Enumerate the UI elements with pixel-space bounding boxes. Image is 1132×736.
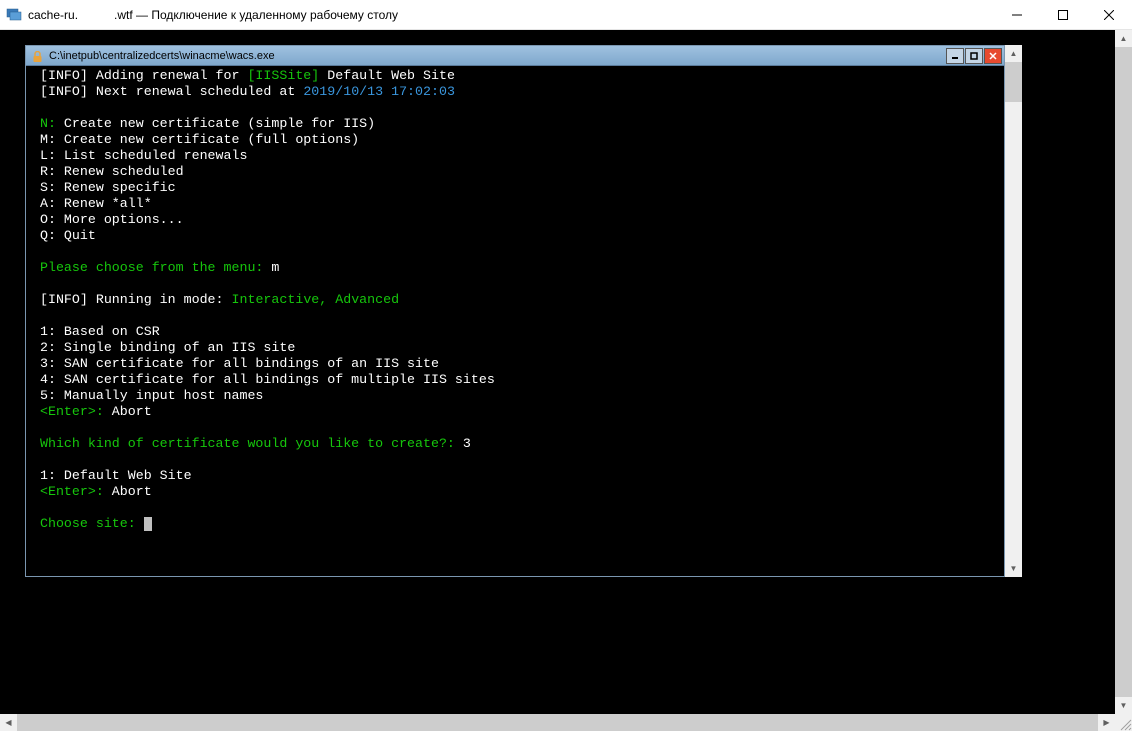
console-minimize-button[interactable] [946,48,964,64]
remote-vertical-scrollbar[interactable]: ▲ ▼ [1005,45,1022,577]
rdp-window-controls [994,0,1132,30]
scroll-track[interactable] [17,714,1098,731]
host-horizontal-scrollbar[interactable]: ◀ ▶ [0,714,1115,731]
scroll-down-icon[interactable]: ▼ [1005,560,1022,577]
scroll-up-icon[interactable]: ▲ [1115,30,1132,47]
console-title: C:\inetpub\centralizedcerts\winacme\wacs… [49,50,945,62]
cursor [144,517,152,531]
rdp-icon [6,7,22,23]
rdp-title: cache-ru..wtf — Подключение к удаленному… [28,8,994,22]
scroll-thumb[interactable] [1115,47,1132,697]
scroll-down-icon[interactable]: ▼ [1115,697,1132,714]
scroll-track[interactable] [1115,47,1132,697]
scroll-left-icon[interactable]: ◀ [0,714,17,731]
console-output[interactable]: [INFO] Adding renewal for [IISSite] Defa… [26,66,1004,576]
scroll-thumb[interactable] [1005,62,1022,102]
scroll-right-icon[interactable]: ▶ [1098,714,1115,731]
close-button[interactable] [1086,0,1132,30]
rdp-window: cache-ru..wtf — Подключение к удаленному… [0,0,1132,731]
scroll-up-icon[interactable]: ▲ [1005,45,1022,62]
scroll-corner [1115,714,1132,731]
maximize-button[interactable] [1040,0,1086,30]
scroll-thumb[interactable] [17,714,1098,731]
console-maximize-button[interactable] [965,48,983,64]
rdp-titlebar[interactable]: cache-ru..wtf — Подключение к удаленному… [0,0,1132,30]
rdp-content-area: C:\inetpub\centralizedcerts\winacme\wacs… [0,30,1132,731]
lock-icon [32,50,44,62]
console-window: C:\inetpub\centralizedcerts\winacme\wacs… [25,45,1005,577]
host-vertical-scrollbar[interactable]: ▲ ▼ [1115,30,1132,714]
console-titlebar[interactable]: C:\inetpub\centralizedcerts\winacme\wacs… [26,46,1004,66]
minimize-button[interactable] [994,0,1040,30]
scroll-track[interactable] [1005,102,1022,560]
console-close-button[interactable] [984,48,1002,64]
console-window-controls [945,48,1002,64]
